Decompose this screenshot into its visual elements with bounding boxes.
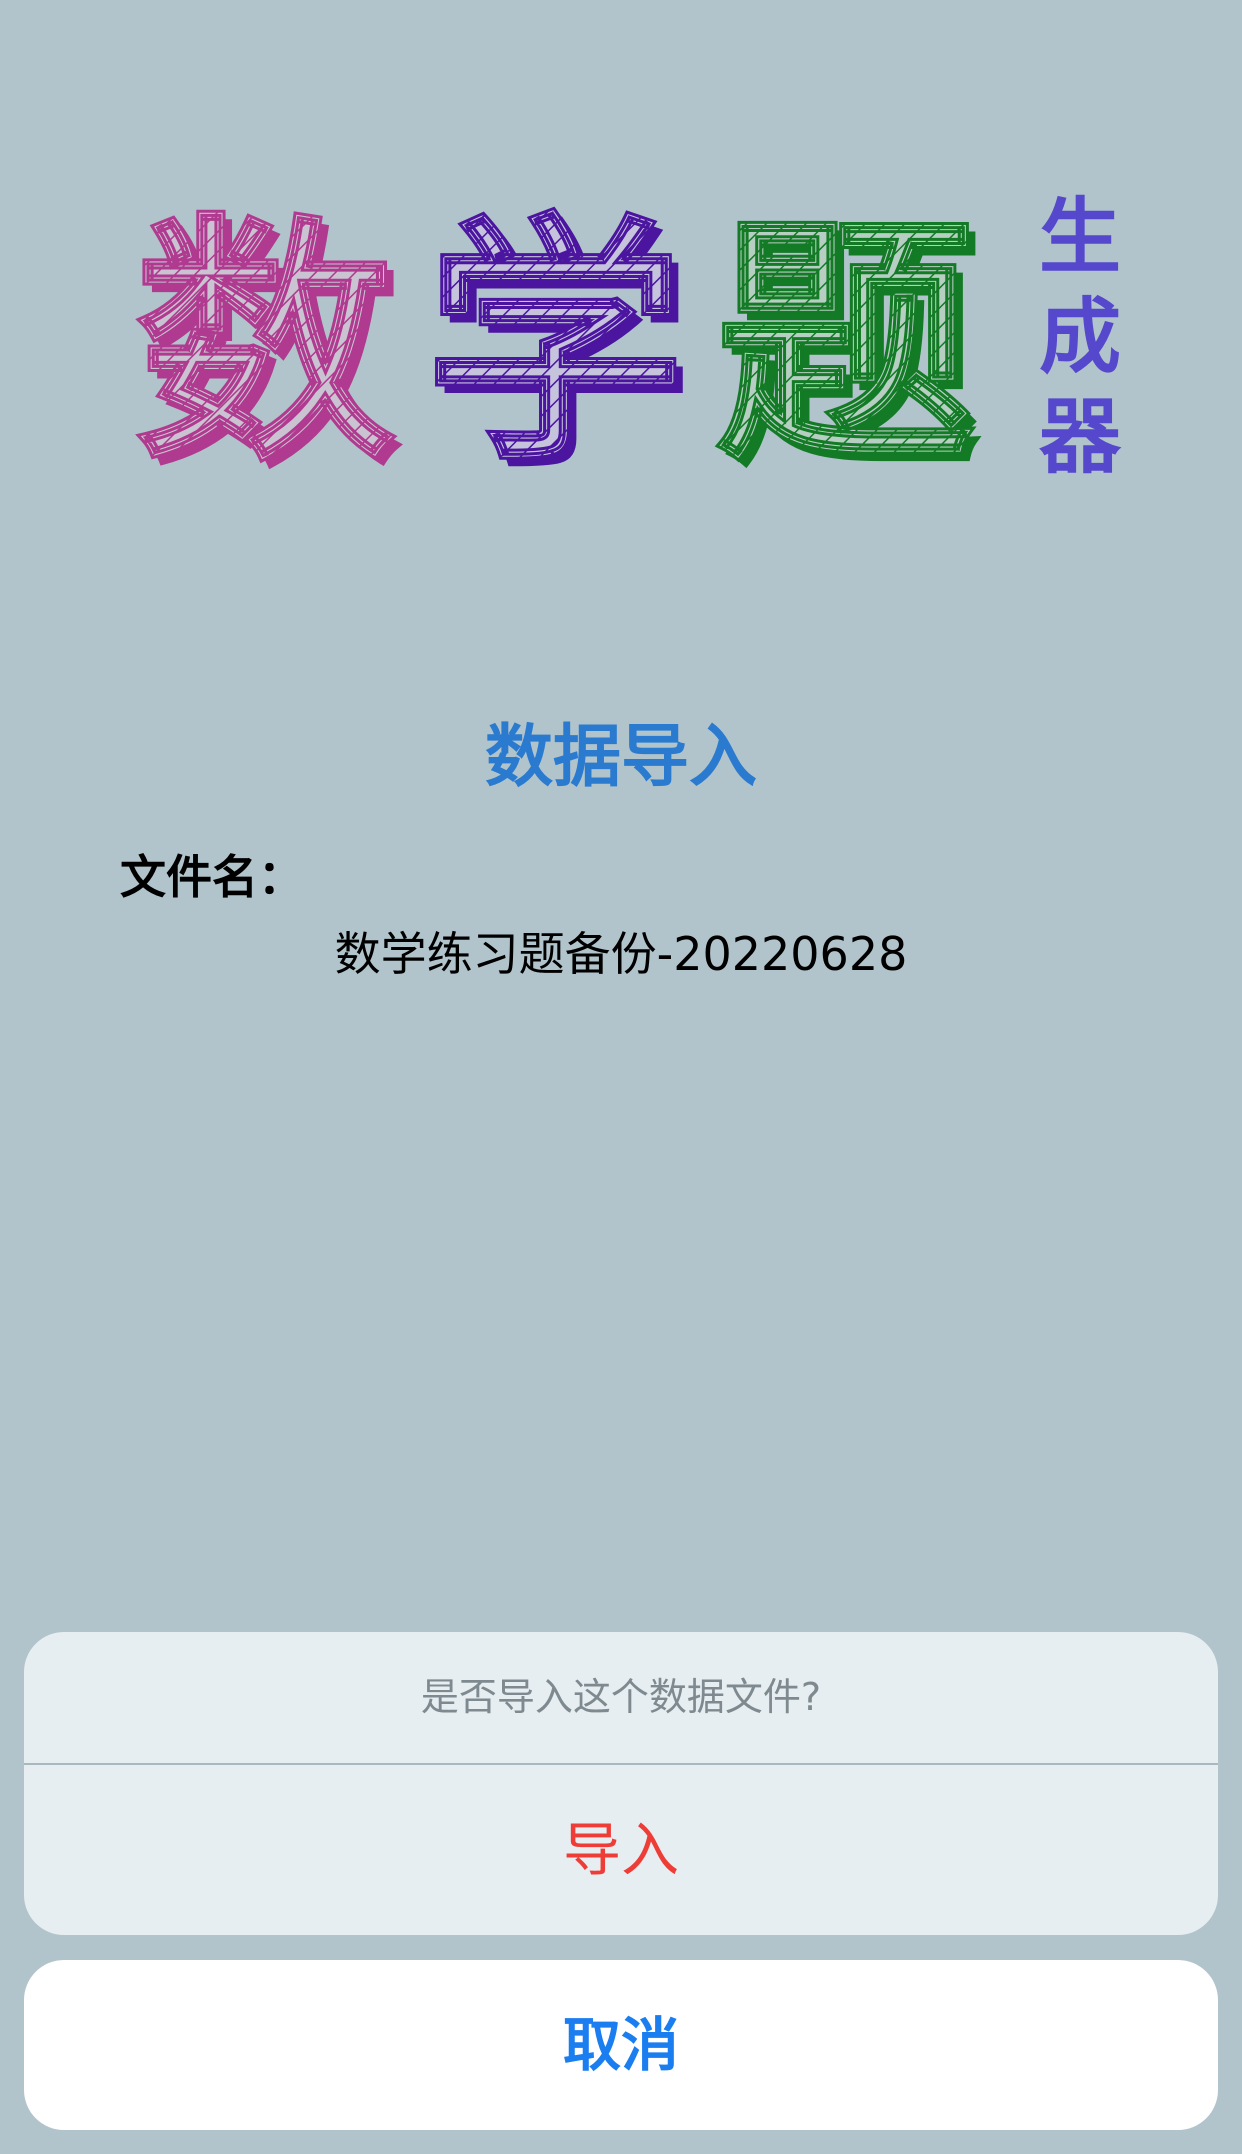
page-title: 数据导入	[484, 718, 757, 797]
logo-sub-char: 器	[1038, 390, 1121, 485]
logo-sub-char: 成	[1038, 290, 1121, 385]
file-name-value: 数学练习题备份-20220628	[334, 927, 908, 981]
svg-text:学: 学	[425, 194, 685, 480]
logo-char-ti: 题 题	[714, 193, 984, 481]
action-sheet-message: 是否导入这个数据文件?	[24, 1632, 1218, 1765]
app-logo: 数 数 学 学 题 题 生 成 器	[120, 190, 1140, 490]
logo-sub-char: 生	[1038, 190, 1121, 285]
logo-char-xue: 学 学	[424, 193, 694, 481]
file-name-label: 文件名：	[120, 850, 304, 904]
import-button[interactable]: 导入	[24, 1765, 1218, 1935]
action-sheet: 是否导入这个数据文件? 导入	[24, 1632, 1218, 1935]
cancel-button[interactable]: 取消	[24, 1960, 1218, 2130]
svg-text:题: 题	[715, 194, 975, 480]
svg-text:数: 数	[135, 194, 395, 480]
logo-char-shu: 数 数	[134, 193, 404, 481]
logo-subtitle: 生 成 器	[1030, 190, 1130, 485]
